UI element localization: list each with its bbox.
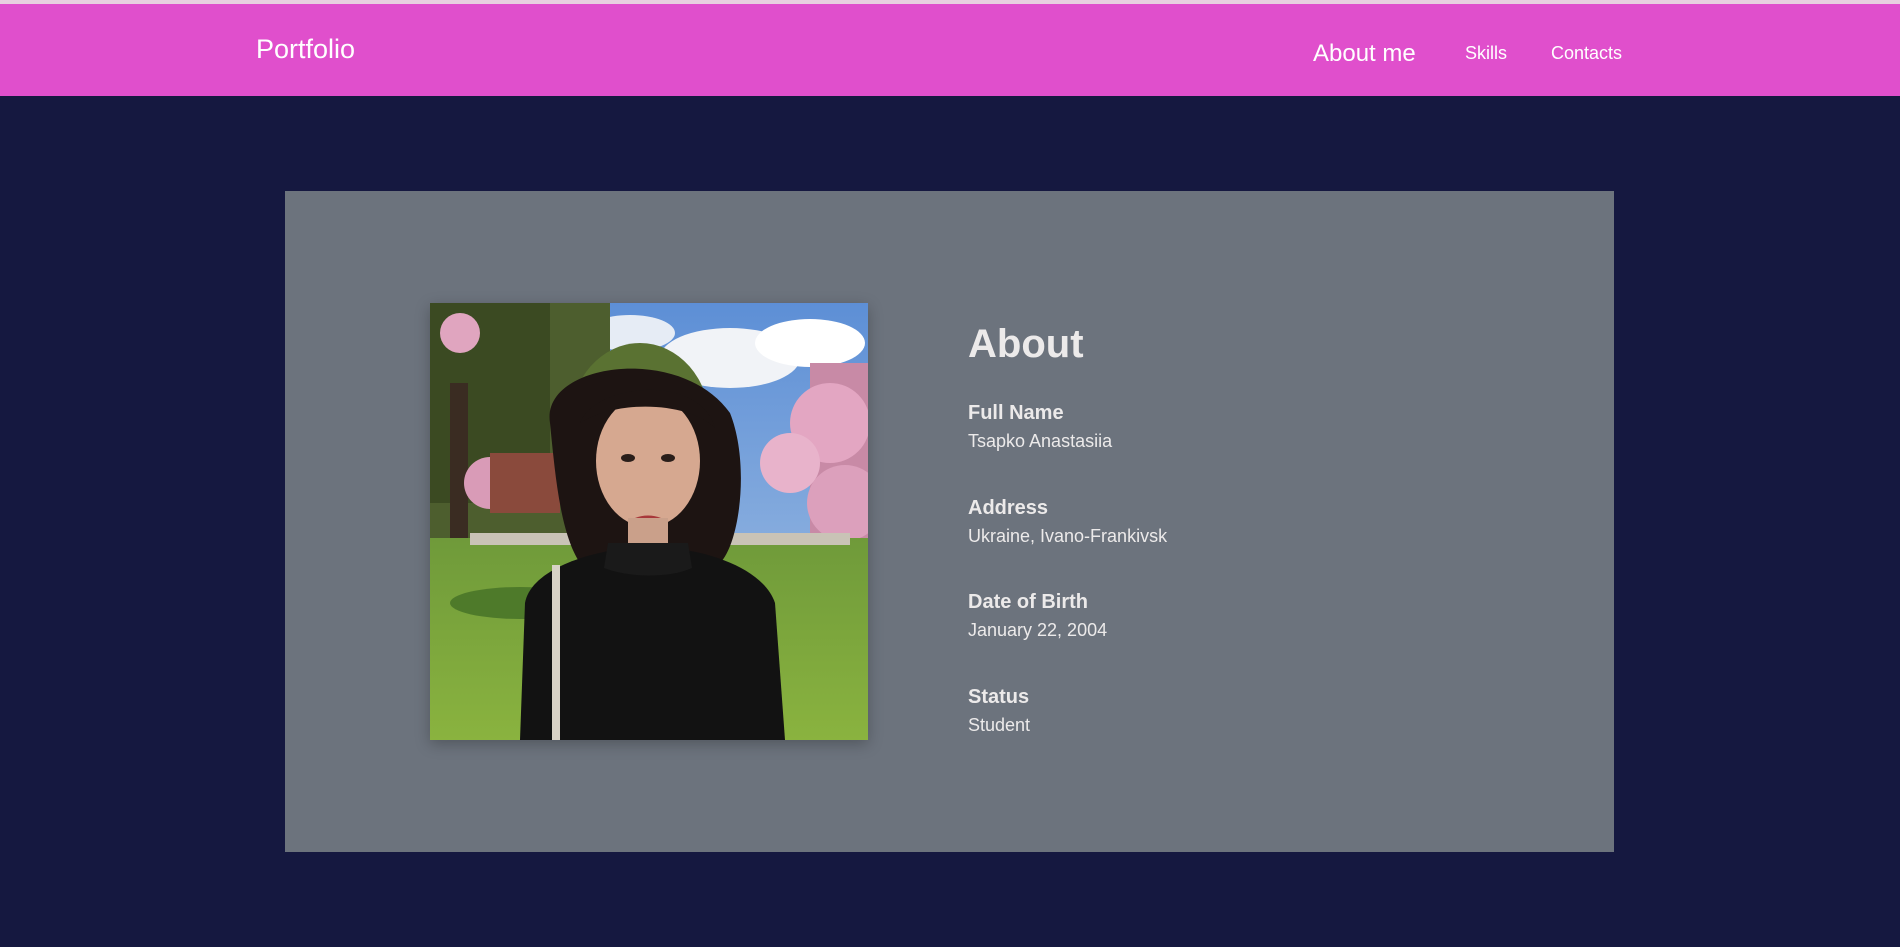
about-title: About xyxy=(968,322,1084,366)
nav-contacts[interactable]: Contacts xyxy=(1551,43,1622,64)
navbar: Portfolio About me Skills Contacts xyxy=(0,4,1900,96)
field-address: Address Ukraine, Ivano-Frankivsk xyxy=(968,496,1167,548)
field-label: Full Name xyxy=(968,402,1064,424)
about-info: About Full Name Tsapko Anastasiia Addres… xyxy=(968,321,1528,735)
field-value: Student xyxy=(968,715,1031,735)
field-full-name: Full Name Tsapko Anastasiia xyxy=(968,401,1112,453)
nav-skills[interactable]: Skills xyxy=(1465,43,1507,64)
field-label: Address xyxy=(968,497,1049,519)
field-status: Status Student xyxy=(968,685,1030,737)
nav-about-me[interactable]: About me xyxy=(1313,40,1416,68)
field-value: January 22, 2004 xyxy=(968,620,1108,640)
field-label: Date of Birth xyxy=(968,591,1088,613)
profile-photo xyxy=(430,303,868,740)
field-label: Status xyxy=(968,686,1030,708)
field-value: Ukraine, Ivano-Frankivsk xyxy=(968,526,1168,546)
field-date-of-birth: Date of Birth January 22, 2004 xyxy=(968,590,1107,642)
field-value: Tsapko Anastasiia xyxy=(968,431,1113,451)
about-card: About Full Name Tsapko Anastasiia Addres… xyxy=(285,191,1614,852)
brand-link[interactable]: Portfolio xyxy=(256,34,355,65)
